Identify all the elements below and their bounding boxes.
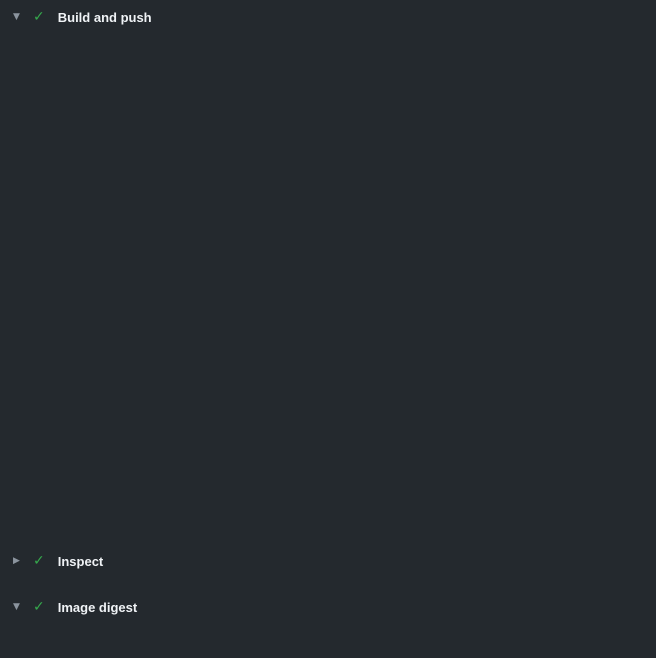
log-line: 39#5 [2/2] RUN echo "Hello world!" [0,508,656,526]
log-line: 33#4 sha256:a24bb4013296f61e89ba57005a7b… [0,400,656,418]
log-line: 1▶Run ./ [0,40,656,58]
log-line: 31#4 sha256:a15790640a6690aa1730c38cf0a4… [0,364,656,382]
log-line: 40#5 0.060 Hello world! [0,526,656,544]
log-line: 35#4 unpacking docker.io/library/alpine@… [0,436,656,454]
section-image-digest: ▼ ✓ Image digest 1▶Run echo sha256:e7ff8… [0,592,656,658]
log-line: 32#4 sha256:df20fa9351a15782c64e6dddb2d4… [0,382,656,400]
log-line: 36#4 unpacking docker.io/library/alpine@… [0,454,656,472]
section-title-inspect: Inspect [58,554,104,569]
chevron-down-icon[interactable]: ▼ [9,602,24,612]
log-line: 25 [0,256,656,274]
section-title-build-and-push: Build and push [58,10,152,25]
log-line: 1▶Run echo sha256:e7ff8834a5963a2785c5a0… [0,622,656,640]
log-line: 28 [0,310,656,328]
section-build-and-push: ▼ ✓ Build and push 1▶Run ./ 14📌Using bui… [0,0,656,546]
log-line: 26#3 [internal] load metadata for docker… [0,274,656,292]
log-line: 22#1 [internal] load .dockerignore [0,202,656,220]
section-inspect: ▶ ✓ Inspect [0,546,656,576]
log-line: 30#4 resolve docker.io/library/alpine@sh… [0,346,656,364]
log-line: 4sha256:e7ff8834a5963a2785c5a0811e979d16… [0,640,656,658]
log-line: 20#2 DONE 0.0s [0,166,656,184]
chevron-down-icon[interactable]: ▼ [9,12,24,22]
log-line: 38 [0,490,656,508]
section-header-build-and-push[interactable]: ▼ ✓ Build and push [0,0,656,34]
section-header-image-digest[interactable]: ▼ ✓ Image digest [0,592,656,622]
log-line: 27#3 DONE 0.4s [0,292,656,310]
log-line: 34#4 sha256:185518070891758909c9f839cf4c… [0,418,656,436]
log-line: 16🏃Starting build... [0,94,656,112]
chevron-right-icon[interactable]: ▶ [9,556,24,566]
check-icon: ✓ [33,9,45,25]
section-title-image-digest: Image digest [58,600,137,615]
section-header-inspect[interactable]: ▶ ✓ Inspect [0,546,656,576]
log-lines-image-digest: 1▶Run echo sha256:e7ff8834a5963a2785c5a0… [0,622,656,658]
log-line: 24#1 DONE 0.0s [0,238,656,256]
log-line: 14📌Using builder instance builder-single… [0,58,656,76]
log-line: 18#2 [internal] load build definition fr… [0,130,656,148]
log-lines-build-and-push: 1▶Run ./ 14📌Using builder instance build… [0,34,656,546]
log-line: 17/usr/bin/docker buildx build --tag loc… [0,112,656,130]
log-line: 29#4 [1/2] FROM docker.io/library/alpine… [0,328,656,346]
actions-log-viewer: ▼ ✓ Build and push 1▶Run ./ 14📌Using bui… [0,0,656,658]
check-icon: ✓ [33,599,45,615]
log-line: 23#1 transferring context: 2B 0.0s done [0,220,656,238]
log-line: 37#4 DONE 0.4s [0,472,656,490]
log-line: 19#2 transferring dockerfile: 74B 0.0s d… [0,148,656,166]
log-line: 15/usr/bin/docker buildx use --builder b… [0,76,656,94]
log-line: 21 [0,184,656,202]
check-icon: ✓ [33,553,45,569]
